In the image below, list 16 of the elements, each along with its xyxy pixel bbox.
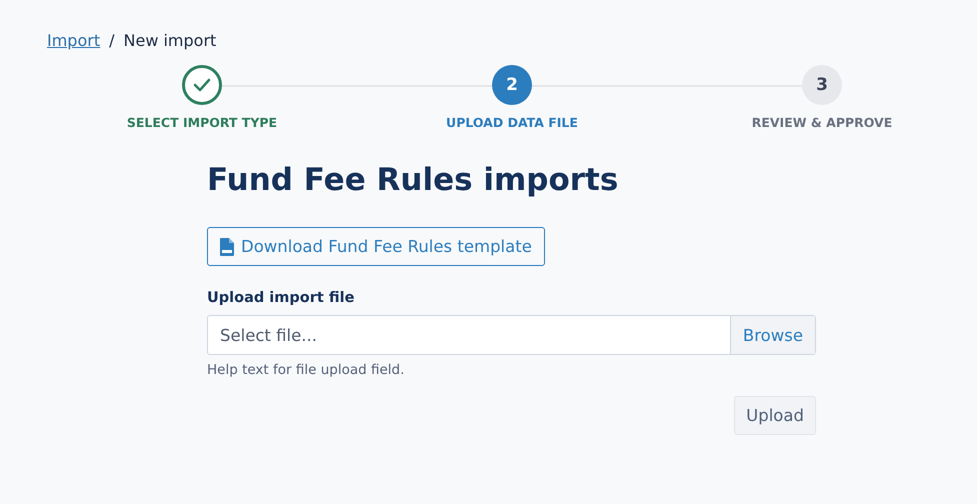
file-input-field[interactable]: Select file... Browse: [207, 315, 816, 355]
breadcrumb-link[interactable]: Import: [47, 30, 100, 50]
step-label: REVIEW & APPROVE: [752, 115, 892, 130]
field-label: Upload import file: [207, 290, 356, 306]
browse-button[interactable]: Browse: [730, 316, 815, 354]
step-number: 2: [506, 75, 518, 95]
file-icon: [220, 238, 235, 256]
step-label: UPLOAD DATA FILE: [446, 115, 578, 130]
help-text: Help text for file upload field.: [207, 362, 406, 378]
download-template-button[interactable]: Download Fund Fee Rules template: [207, 227, 545, 266]
page-title: Fund Fee Rules imports: [207, 161, 620, 200]
breadcrumb-separator: /: [109, 30, 114, 50]
step-label: SELECT IMPORT TYPE: [126, 115, 278, 130]
step-number: 3: [816, 75, 828, 95]
breadcrumb-current: New import: [124, 30, 216, 50]
check-icon: [192, 77, 212, 93]
